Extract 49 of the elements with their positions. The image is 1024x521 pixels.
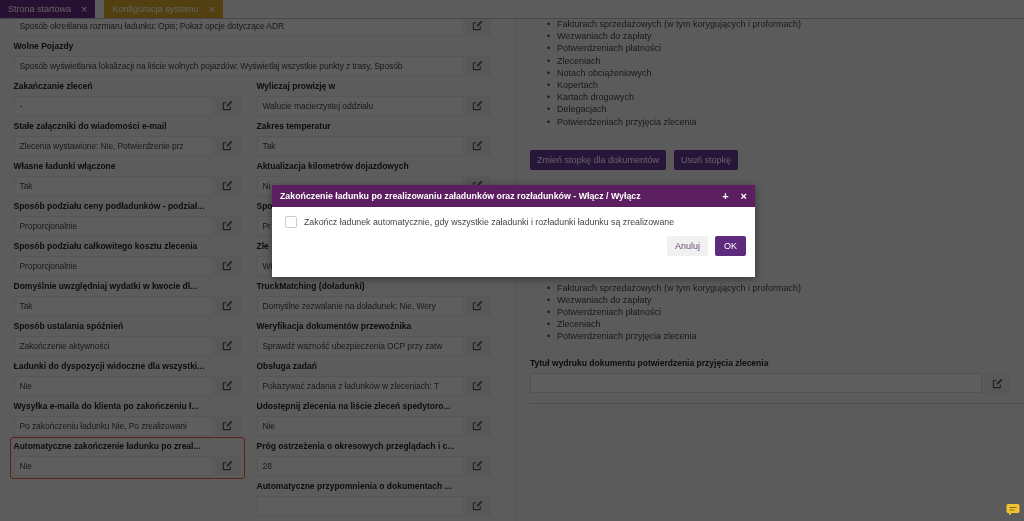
bullet: • <box>547 330 552 343</box>
document-item: Potwierdzeniach płatności <box>557 42 662 55</box>
document-item: Kopertach <box>557 78 599 92</box>
setting-label: Sposób podziału ceny podładunków - podział... <box>13 199 206 213</box>
bullet: • <box>547 42 552 55</box>
setting-label: Obsługa zadań <box>256 359 318 373</box>
setting-label: Wyliczaj prowizję w <box>256 79 337 93</box>
document-item: Potwierdzeniach przyjęcia zlecenia <box>557 115 697 128</box>
setting-label: Próg ostrzeżenia o okresowych przeglądach i c... <box>256 439 456 453</box>
bullet: • <box>547 281 552 294</box>
setting-label: Automatyczne zakończenie ładunku po zreal... <box>13 439 202 453</box>
setting-label: Sposób ustalania spóźnień <box>13 319 125 333</box>
document-item: Potwierdzeniach płatności <box>557 306 662 319</box>
setting-label: Własne ładunki włączone <box>13 159 117 173</box>
document-item: Potwierdzeniach przyjęcia zlecenia <box>557 330 697 343</box>
setting-label: Spo <box>256 199 274 213</box>
setting-label: Zakres temperatur <box>256 119 332 133</box>
bullet: • <box>547 66 552 79</box>
setting-label: Domyślnie uwzględniaj wydatki w kwocie dl... <box>13 279 199 293</box>
setting-label: Tytuł wydruku dokumentu potwierdzenia przyjęcia zlecenia <box>530 356 770 370</box>
setting-label: Zakańczanie zleceń <box>13 79 94 93</box>
setting-label: Stałe załączniki do wiadomości e-mail <box>13 119 168 133</box>
bullet: • <box>547 103 552 116</box>
setting-label: Weryfikacja dokumentów przewoźnika <box>256 319 413 333</box>
setting-label: Aktualizacja kilometrów dojazdowych <box>256 159 410 173</box>
document-item: Kartach drogowych <box>557 91 635 104</box>
document-item: Delegacjach <box>557 103 607 116</box>
bullet: • <box>547 18 552 31</box>
bullet: • <box>547 318 552 331</box>
setting-label: Ładunki do dyspozycji widoczne dla wszystki... <box>13 359 206 373</box>
setting-label: Wysyłka e-maila do klienta po zakończeniu ł... <box>13 399 200 413</box>
checkbox-label: Zakończ ładunek automatycznie, gdy wszystkie załadunki i rozładunki ładunku są zrealizowane <box>304 217 675 227</box>
bullet: • <box>547 293 552 307</box>
setting-label: Udostępnij zlecenia na liście zleceń spedytoro... <box>256 399 452 413</box>
bullet: • <box>547 91 552 104</box>
setting-label: Zle <box>256 239 270 253</box>
bullet: • <box>547 54 552 67</box>
setting-label: Sposób podziału całkowitego kosztu zlecenia <box>13 239 199 253</box>
document-item: Zleceniach <box>557 54 601 67</box>
document-item: Zleceniach <box>557 318 601 331</box>
setting-label: TruckMatching (doładunki) <box>256 279 366 293</box>
bullet: • <box>547 78 552 92</box>
bullet: • <box>547 115 552 128</box>
setting-label: Automatyczne przypomnienia o dokumentach ... <box>256 479 453 493</box>
setting-label: Wolne Pojazdy <box>13 39 75 53</box>
document-item: Notach obciążeniowych <box>557 66 652 79</box>
dialog-title: Zakończenie ładunku po zrealizowaniu załadunków oraz rozładunków - Włącz / Wyłącz <box>280 191 641 201</box>
bullet: • <box>547 306 552 319</box>
bullet: • <box>547 30 552 43</box>
